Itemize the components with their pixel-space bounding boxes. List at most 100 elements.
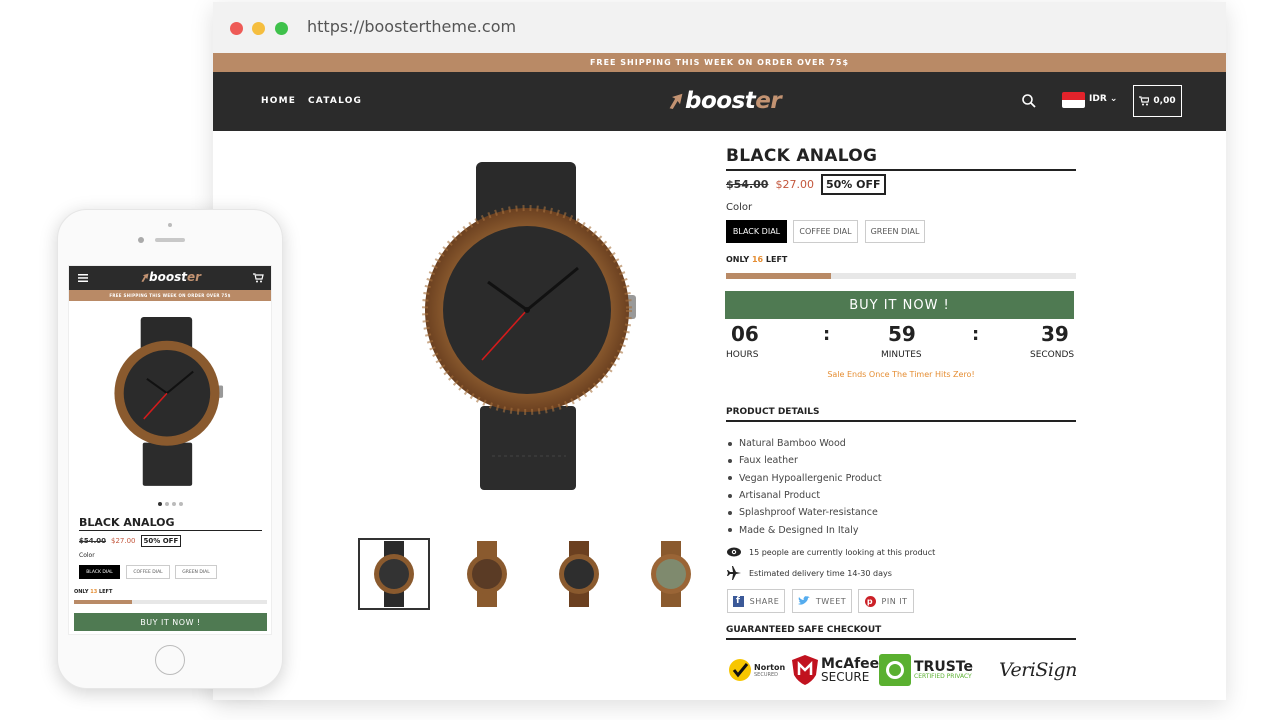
detail-text: Vegan Hypoallergenic Product (739, 472, 882, 484)
mcafee-shield-icon (792, 655, 818, 685)
main-product-image[interactable] (416, 160, 646, 500)
detail-item: Made & Designed In Italy (728, 521, 882, 538)
stock-count: 16 (751, 255, 764, 264)
phone-home-button[interactable] (155, 645, 185, 675)
mobile-color-black-dial[interactable]: BLACK DIAL (79, 565, 120, 579)
sale-price: $27.00 (775, 178, 814, 191)
original-price: $54.00 (79, 537, 107, 545)
carousel-dots[interactable] (158, 502, 183, 506)
nav-home-link[interactable]: HOME (261, 96, 296, 106)
verisign-badge: VeriSign (999, 652, 1077, 688)
mobile-stock-progress-bar (74, 600, 267, 604)
color-option-black-dial[interactable]: BLACK DIAL (726, 220, 787, 243)
phone-sensor (168, 223, 172, 227)
timer-separator: : (823, 324, 831, 345)
phone-mockup: booster FREE SHIPPING THIS WEEK ON ORDER… (57, 209, 283, 689)
mcafee-label: McAfee (821, 656, 880, 672)
mcafee-badge: McAfee SECURE (792, 652, 879, 688)
logo-arrow-icon (669, 93, 683, 109)
stock-indicator: ONLY 16 LEFT (726, 255, 787, 264)
maximize-window-button[interactable] (275, 22, 288, 35)
currency-selector[interactable]: IDR ⌄ (1089, 94, 1117, 104)
cart-icon[interactable] (252, 273, 264, 283)
hamburger-menu-icon[interactable] (78, 274, 88, 282)
mobile-buy-it-now-button[interactable]: BUY IT NOW ! (74, 613, 267, 631)
logo-text-accent: er (755, 88, 782, 114)
detail-item: Artisanal Product (728, 487, 882, 504)
pinterest-icon: p (864, 595, 876, 607)
mobile-color-coffee-dial[interactable]: COFFEE DIAL (126, 565, 170, 579)
search-icon[interactable] (1021, 93, 1037, 109)
delivery-text: Estimated delivery time 14-30 days (749, 568, 892, 578)
cart-button[interactable]: 0,00 (1133, 85, 1182, 117)
eye-icon (727, 547, 741, 557)
thumbnail-3[interactable] (543, 538, 615, 610)
phone-speaker (155, 238, 185, 242)
discount-badge: 50% OFF (820, 174, 886, 195)
timer-separator: : (972, 324, 980, 345)
stock-suffix: LEFT (98, 589, 113, 595)
detail-text: Natural Bamboo Wood (739, 438, 846, 450)
share-pinterest-button[interactable]: p PIN IT (858, 589, 914, 613)
color-option-green-dial[interactable]: GREEN DIAL (865, 220, 925, 243)
share-facebook-button[interactable]: f SHARE (727, 589, 785, 613)
minimize-window-button[interactable] (252, 22, 265, 35)
share-twitter-button[interactable]: TWEET (792, 589, 852, 613)
product-title: BLACK ANALOG (726, 146, 1076, 171)
detail-item: Vegan Hypoallergenic Product (728, 470, 882, 487)
mobile-product-image[interactable] (109, 316, 229, 491)
detail-text: Made & Designed In Italy (739, 524, 859, 536)
address-bar[interactable]: https://boostertheme.com (307, 17, 516, 36)
stock-prefix: ONLY (74, 589, 89, 595)
detail-item: Splashproof Water-resistance (728, 504, 882, 521)
detail-text: Faux leather (739, 455, 798, 467)
mobile-stock-progress-fill (74, 600, 132, 604)
timer-seconds: 39 (1041, 322, 1069, 346)
mobile-color-label: Color (79, 552, 95, 559)
timer-note: Sale Ends Once The Timer Hits Zero! (827, 370, 975, 379)
norton-sub: SECURED (754, 671, 778, 678)
chevron-down-icon: ⌄ (1109, 94, 1118, 104)
close-window-button[interactable] (230, 22, 243, 35)
twitter-icon (797, 596, 810, 605)
delivery-info: Estimated delivery time 14-30 days (727, 566, 892, 580)
mobile-navbar: booster (69, 266, 271, 290)
color-option-coffee-dial[interactable]: COFFEE DIAL (793, 220, 858, 243)
checkmark-icon (729, 659, 751, 681)
mobile-color-green-dial[interactable]: GREEN DIAL (175, 565, 217, 579)
booster-logo[interactable]: booster (668, 88, 782, 114)
product-details-list: Natural Bamboo Wood Faux leather Vegan H… (728, 435, 882, 539)
browser-chrome: https://boostertheme.com (213, 2, 1226, 53)
timer-minutes: 59 (888, 322, 916, 346)
phone-camera (138, 237, 144, 243)
truste-sub: CERTIFIED PRIVACY (914, 673, 972, 680)
cart-icon (1139, 96, 1150, 106)
thumbnail-4[interactable] (635, 538, 707, 610)
thumbnail-1[interactable] (358, 538, 430, 610)
phone-screen: booster FREE SHIPPING THIS WEEK ON ORDER… (68, 265, 272, 635)
detail-text: Artisanal Product (739, 490, 821, 502)
logo-text-accent: er (186, 270, 202, 284)
promo-bar: FREE SHIPPING THIS WEEK ON ORDER OVER 75… (213, 53, 1226, 72)
cart-total: 0,00 (1153, 96, 1176, 106)
detail-text: Splashproof Water-resistance (739, 507, 878, 519)
stock-suffix: LEFT (765, 255, 788, 264)
mobile-logo[interactable]: booster (141, 270, 201, 284)
thumbnail-watch-image (559, 541, 599, 607)
share-label: TWEET (815, 596, 847, 606)
stock-count: 13 (90, 589, 98, 595)
mcafee-sub: SECURE (821, 670, 870, 684)
nav-catalog-link[interactable]: CATALOG (308, 96, 362, 106)
timer-minutes-label: MINUTES (881, 350, 922, 360)
buy-it-now-button[interactable]: BUY IT NOW ! (725, 291, 1074, 319)
thumbnail-watch-image (651, 541, 691, 607)
thumbnail-watch-image (467, 541, 507, 607)
truste-label: TRUSTe (914, 659, 973, 675)
thumbnail-2[interactable] (451, 538, 523, 610)
share-label: PIN IT (881, 596, 908, 606)
thumbnail-watch-image (374, 541, 414, 607)
product-details-title: PRODUCT DETAILS (726, 407, 1076, 422)
mobile-product-title: BLACK ANALOG (79, 516, 262, 531)
indonesia-flag-icon[interactable] (1062, 92, 1085, 108)
stock-progress-bar (726, 273, 1076, 279)
